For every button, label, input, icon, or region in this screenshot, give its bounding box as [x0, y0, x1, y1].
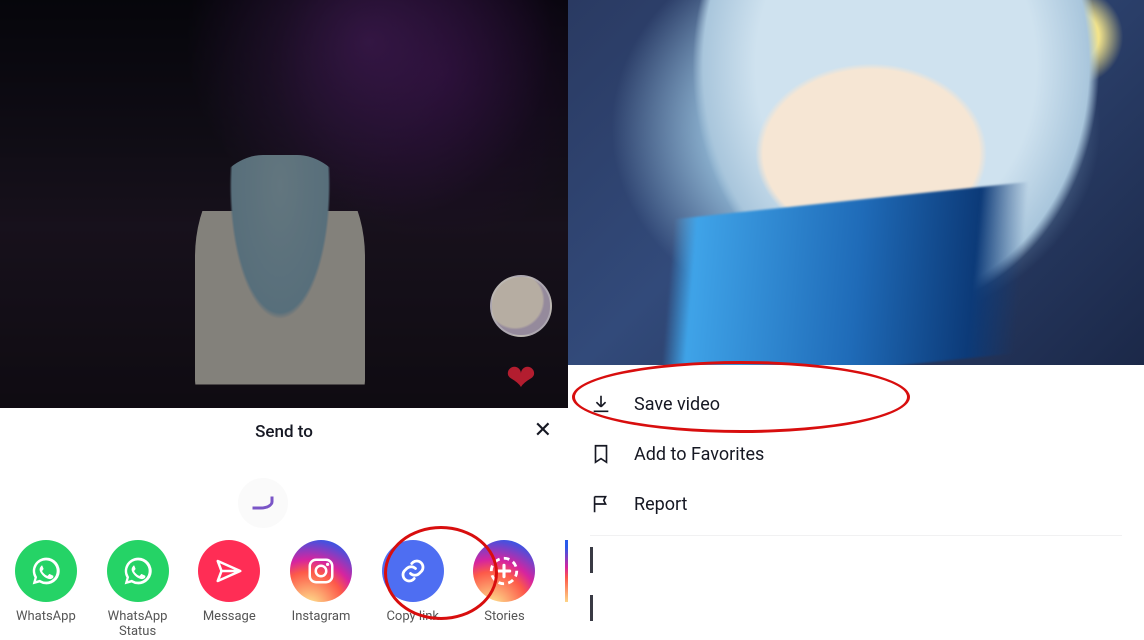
- menu-item-save-video[interactable]: Save video: [590, 379, 1122, 429]
- game-character: [195, 155, 365, 410]
- menu-item-report[interactable]: Report: [590, 479, 1122, 529]
- right-screenshot: Save video Add to Favorites Report: [568, 0, 1144, 640]
- menu-item-partial-2: [568, 584, 1144, 632]
- share-sheet: Send to ✕ WhatsApp WhatsApp Status: [0, 408, 568, 640]
- close-icon: ✕: [534, 418, 552, 443]
- share-app-copy-link[interactable]: Copy link: [381, 540, 445, 640]
- like-heart-icon[interactable]: ❤: [506, 357, 536, 399]
- copy-link-icon: [382, 540, 444, 602]
- whatsapp-icon: [15, 540, 77, 602]
- contact-avatar[interactable]: [238, 478, 288, 528]
- share-apps-row: WhatsApp WhatsApp Status Message Instagr…: [0, 534, 568, 640]
- share-app-message[interactable]: Message: [197, 540, 261, 640]
- menu-item-label: Report: [634, 494, 687, 515]
- menu-item-partial-1: [568, 536, 1144, 584]
- creator-avatar[interactable]: [490, 275, 552, 337]
- whatsapp-status-icon: [107, 540, 169, 602]
- share-app-label: Message: [203, 610, 256, 625]
- share-app-whatsapp[interactable]: WhatsApp: [14, 540, 78, 640]
- share-app-stories[interactable]: Stories: [473, 540, 537, 640]
- download-icon: [590, 393, 612, 415]
- menu-item-label: Save video: [634, 394, 720, 415]
- share-app-whatsapp-status[interactable]: WhatsApp Status: [106, 540, 170, 640]
- share-app-label: WhatsApp Status: [108, 610, 168, 640]
- menu-list: Save video Add to Favorites Report: [568, 365, 1144, 529]
- menu-item-add-to-favorites[interactable]: Add to Favorites: [590, 429, 1122, 479]
- share-app-label: Instagram: [292, 610, 351, 625]
- share-app-instagram[interactable]: Instagram: [289, 540, 353, 640]
- close-button[interactable]: ✕: [534, 420, 552, 442]
- stories-icon: [473, 540, 535, 602]
- share-contacts-row: [0, 456, 568, 534]
- menu-item-label: Add to Favorites: [634, 444, 764, 465]
- bookmark-icon: [590, 443, 612, 465]
- share-sheet-title: Send to: [255, 422, 313, 442]
- share-app-label: WhatsApp: [16, 610, 76, 625]
- message-icon: [198, 540, 260, 602]
- share-app-label: Copy link: [386, 610, 439, 625]
- video-action-sidebar: ❤: [490, 275, 552, 399]
- share-app-label: Stories: [484, 610, 524, 625]
- share-sheet-header: Send to ✕: [0, 408, 568, 456]
- instagram-icon: [290, 540, 352, 602]
- flag-icon: [590, 493, 612, 515]
- more-actions-sheet: Save video Add to Favorites Report: [568, 365, 1144, 640]
- left-screenshot: ❤ Send to ✕ WhatsApp WhatsApp Stat: [0, 0, 568, 640]
